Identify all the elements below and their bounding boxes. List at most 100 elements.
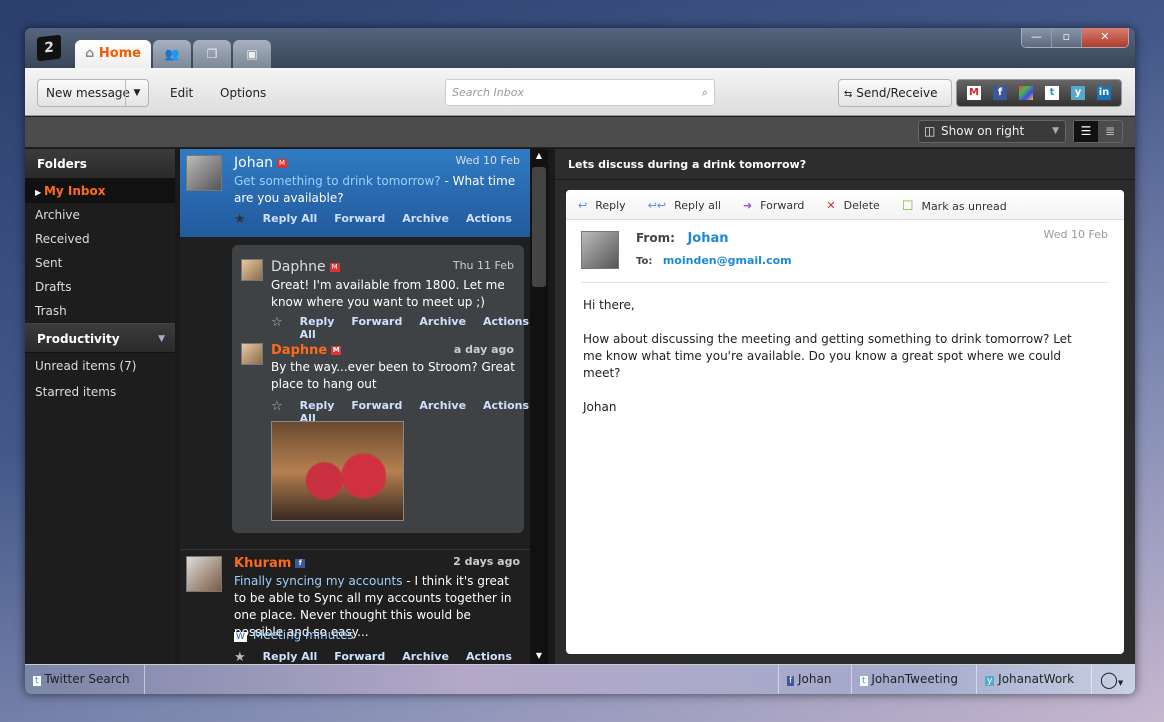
scroll-up-icon[interactable]: ▲ — [530, 151, 548, 160]
contacts-icon: 👥 — [164, 47, 180, 61]
reply-button[interactable]: ↩ Reply — [578, 199, 626, 212]
search-placeholder: Search Inbox — [452, 86, 524, 99]
maximize-button[interactable]: ▫ — [1051, 28, 1082, 47]
delete-button[interactable]: ✕ Delete — [826, 199, 879, 212]
tab-documents[interactable]: ❐ — [193, 40, 231, 68]
star-icon[interactable]: ★ — [234, 650, 246, 664]
tab-home[interactable]: ⌂ Home — [75, 40, 151, 68]
unread-label: Unread items — [35, 359, 116, 373]
app-logo: 2 — [37, 34, 61, 62]
sender-name: Johan M — [234, 155, 288, 171]
search-icon: ⌕ — [701, 86, 708, 99]
folder-archive[interactable]: Archive — [25, 203, 175, 227]
sync-icon: ⇆ — [844, 89, 853, 100]
account-yammer[interactable]: y JohanatWork — [976, 665, 1082, 694]
signature: Johan — [583, 400, 617, 414]
actions-link[interactable]: Actions — [466, 650, 512, 664]
status-bar: t Twitter Search f Johan t JohanTweeting… — [25, 664, 1135, 694]
yammer-icon[interactable]: y — [1071, 86, 1085, 100]
reply-all-link[interactable]: Reply All — [263, 650, 318, 664]
sender-link[interactable]: Johan — [687, 231, 728, 246]
layout-select[interactable]: ◫ Show on right ▼ — [918, 120, 1066, 143]
new-message-dropdown-icon[interactable]: ▼ — [125, 80, 148, 106]
archive-link[interactable]: Archive — [419, 399, 466, 425]
greeting: Hi there, — [583, 298, 635, 312]
avatar — [241, 343, 263, 365]
minimize-button[interactable]: — — [1022, 28, 1052, 47]
message-item[interactable]: Khuram f 2 days ago Finally syncing my ac… — [180, 549, 530, 664]
message-date: Thu 11 Feb — [452, 259, 514, 272]
list-view-icon[interactable]: ≣ — [1098, 121, 1122, 142]
starred-items[interactable]: Starred items — [25, 379, 175, 405]
sync-status-button[interactable]: ◯▼ — [1091, 665, 1131, 694]
gmail-icon: M — [329, 263, 340, 272]
scroll-thumb[interactable] — [532, 167, 546, 287]
reply-all-link[interactable]: Reply All — [263, 212, 318, 227]
reply-all-link[interactable]: Reply All — [300, 315, 335, 341]
sender-avatar — [581, 231, 619, 269]
star-icon[interactable]: ☆ — [271, 315, 283, 341]
folder-trash[interactable]: Trash — [25, 299, 175, 323]
reader-toolbar: ↩ Reply ↩↩ Reply all ➜ Forward ✕ Delete ☐ Mar… — [566, 190, 1124, 220]
chevron-down-icon: ▼ — [1052, 126, 1059, 136]
options-menu[interactable]: Options — [220, 79, 266, 107]
reply-all-button[interactable]: ↩↩ Reply all — [648, 199, 721, 212]
attached-photo[interactable] — [271, 421, 404, 521]
tab-contacts[interactable]: 👥 — [153, 40, 191, 68]
message-item-selected[interactable]: Johan M Wed 10 Feb Get something to drink… — [180, 149, 530, 237]
gmail-icon[interactable]: M — [967, 86, 981, 100]
mark-unread-button[interactable]: ☐ Mark as unread — [902, 199, 1007, 214]
app-window: 2 ⌂ Home 👥 ❐ ▣ — ▫ ✕ New message ▼ Edit … — [25, 28, 1135, 694]
loading-ring-icon: ◯ — [1100, 670, 1118, 689]
twitter-search-button[interactable]: t Twitter Search — [25, 665, 145, 694]
sender-name: Daphne M — [271, 343, 342, 358]
productivity-header[interactable]: Productivity ▼ — [25, 323, 175, 353]
facebook-icon[interactable]: f — [993, 86, 1007, 100]
linkedin-icon[interactable]: in — [1097, 86, 1111, 100]
forward-link[interactable]: Forward — [334, 650, 385, 664]
windows-live-icon[interactable] — [1019, 86, 1033, 100]
actions-link[interactable]: Actions — [466, 212, 512, 227]
message-date: 2 days ago — [453, 555, 520, 568]
threaded-view-icon[interactable]: ☰ — [1074, 121, 1098, 142]
star-icon[interactable]: ★ — [234, 212, 246, 227]
search-input[interactable]: Search Inbox ⌕ — [445, 79, 715, 106]
actions-link[interactable]: Actions — [483, 399, 529, 425]
forward-button[interactable]: ➜ Forward — [743, 199, 804, 212]
sender-name: Khuram f — [234, 556, 306, 571]
send-receive-button[interactable]: ⇆ Send/Receive — [838, 79, 952, 107]
unread-items[interactable]: Unread items (7) — [25, 353, 175, 379]
account-facebook[interactable]: f Johan — [778, 665, 839, 694]
folder-received[interactable]: Received — [25, 227, 175, 251]
archive-link[interactable]: Archive — [402, 212, 449, 227]
folder-label: My Inbox — [43, 184, 106, 198]
divider — [581, 282, 1109, 283]
message-list-scrollbar[interactable]: ▲ ▼ — [530, 149, 548, 664]
edit-menu[interactable]: Edit — [170, 79, 193, 107]
caret-right-icon: ▶ — [35, 188, 44, 197]
archive-link[interactable]: Archive — [402, 650, 449, 664]
message-item[interactable]: Daphne M Thu 11 Feb Great! I'm available … — [232, 245, 529, 341]
folder-my-inbox[interactable]: ▶ My Inbox — [25, 179, 175, 203]
forward-link[interactable]: Forward — [334, 212, 385, 227]
view-bar: ◫ Show on right ▼ ☰ ≣ — [25, 117, 1135, 148]
gmail-icon: M — [277, 159, 288, 168]
attachment-link[interactable]: W Meeting minutes — [234, 627, 354, 646]
scroll-down-icon[interactable]: ▼ — [530, 651, 548, 660]
photos-icon: ▣ — [246, 47, 258, 61]
folder-sent[interactable]: Sent — [25, 251, 175, 275]
avatar — [241, 259, 263, 281]
close-button[interactable]: ✕ — [1081, 28, 1128, 47]
facebook-icon: f — [787, 676, 795, 686]
message-item[interactable]: Daphne M a day ago By the way...ever been… — [232, 341, 529, 531]
new-message-button[interactable]: New message ▼ — [37, 79, 149, 107]
recipient-link[interactable]: moinden@gmail.com — [663, 254, 792, 267]
actions-link[interactable]: Actions — [483, 315, 529, 341]
archive-link[interactable]: Archive — [419, 315, 466, 341]
account-twitter[interactable]: t JohanTweeting — [851, 665, 966, 694]
forward-link[interactable]: Forward — [351, 315, 402, 341]
twitter-icon[interactable]: t — [1045, 86, 1059, 100]
folder-drafts[interactable]: Drafts — [25, 275, 175, 299]
tab-photos[interactable]: ▣ — [233, 40, 271, 68]
message-preview: Get something to drink tomorrow? - What … — [234, 174, 516, 205]
